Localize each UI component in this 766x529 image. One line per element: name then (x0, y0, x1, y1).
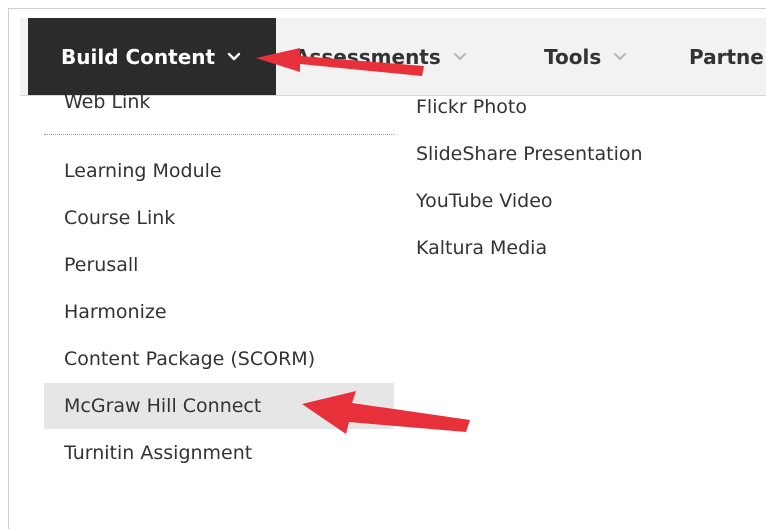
menu-item-course-link[interactable]: Course Link (44, 198, 394, 238)
menu-assessments-label: Assessments (294, 44, 441, 69)
menu-partner-label: Partne (689, 44, 764, 69)
menu-item-label: SlideShare Presentation (416, 143, 643, 165)
menu-item-learning-module[interactable]: Learning Module (44, 151, 394, 191)
menu-item-turnitin-assignment[interactable]: Turnitin Assignment (44, 433, 394, 473)
menu-item-kaltura-media[interactable]: Kaltura Media (410, 228, 547, 268)
menu-item-label: Learning Module (64, 160, 222, 182)
menu-tools[interactable]: Tools (544, 18, 627, 95)
menu-item-flickr-photo[interactable]: Flickr Photo (410, 87, 527, 127)
menu-item-label: Harmonize (64, 301, 167, 323)
menu-item-content-package-scorm[interactable]: Content Package (SCORM) (44, 339, 394, 379)
menu-item-label: Turnitin Assignment (64, 442, 253, 464)
menu-item-web-link[interactable]: Web Link (44, 82, 394, 122)
menu-item-label: YouTube Video (416, 190, 553, 212)
menu-item-label: Flickr Photo (416, 96, 527, 118)
chevron-down-icon (613, 52, 627, 62)
menu-item-slideshare-presentation[interactable]: SlideShare Presentation (410, 134, 643, 174)
menu-item-label: Content Package (SCORM) (64, 348, 316, 370)
menu-item-youtube-video[interactable]: YouTube Video (410, 181, 553, 221)
build-content-dropdown: Web Link Learning Module Course Link Per… (20, 91, 766, 502)
menu-build-content-label: Build Content (61, 44, 216, 69)
menu-item-label: McGraw Hill Connect (64, 395, 262, 417)
menu-item-label: Kaltura Media (416, 237, 548, 259)
menu-item-mcgraw-hill-connect[interactable]: McGraw Hill Connect (44, 383, 394, 429)
menu-item-label: Web Link (64, 91, 151, 113)
menu-item-label: Course Link (64, 207, 176, 229)
menu-divider (44, 134, 394, 135)
menu-item-label: Perusall (64, 254, 139, 276)
chevron-down-icon (227, 52, 241, 62)
menu-item-perusall[interactable]: Perusall (44, 245, 394, 285)
menu-partner[interactable]: Partne (689, 18, 764, 95)
chevron-down-icon (453, 52, 467, 62)
menu-item-harmonize[interactable]: Harmonize (44, 292, 394, 332)
menu-tools-label: Tools (544, 44, 602, 69)
